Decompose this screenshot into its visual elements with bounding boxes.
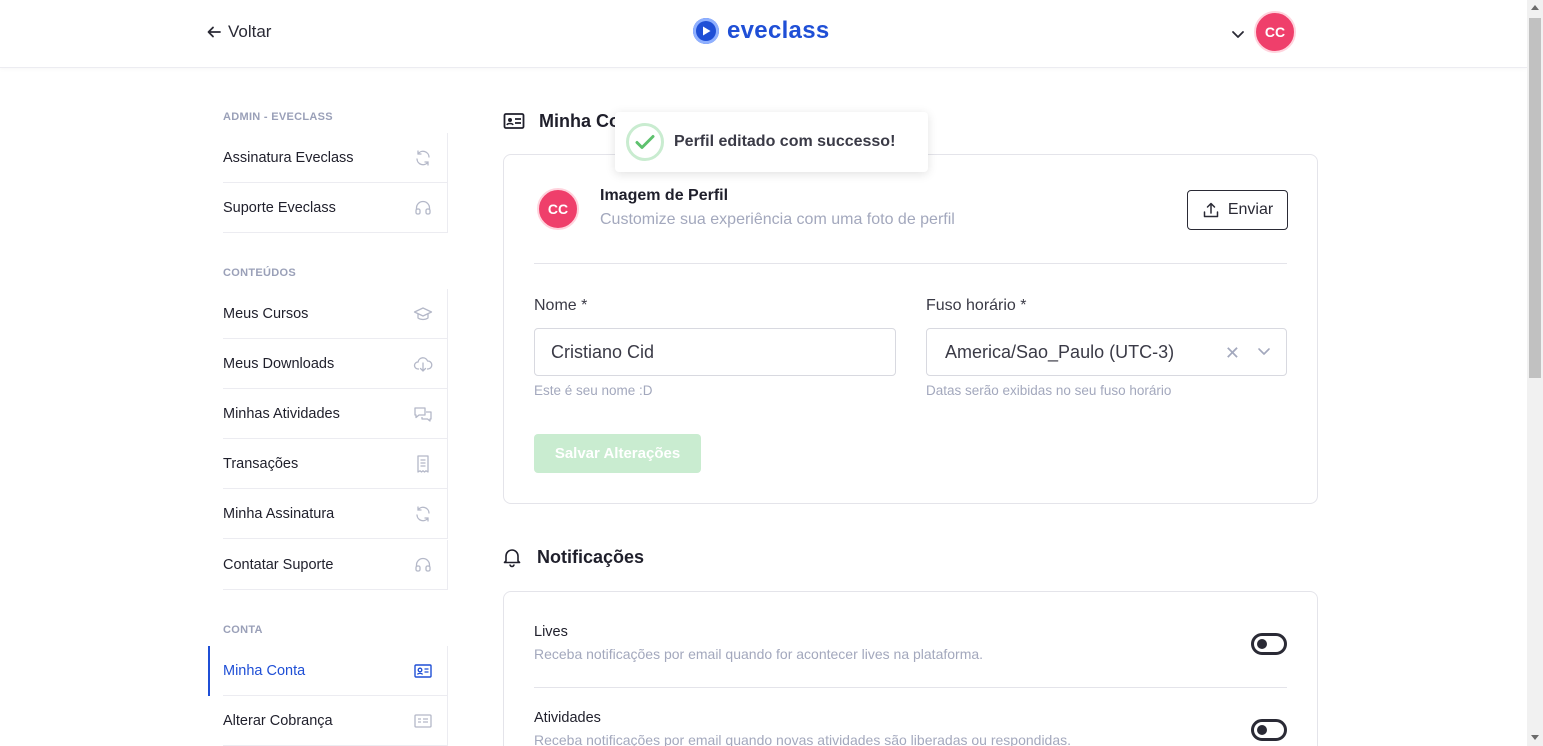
notification-row-lives: Lives Receba notificações por email quan… [534, 624, 1287, 662]
name-value: Cristiano Cid [551, 341, 655, 362]
cloud-download-icon [413, 356, 433, 372]
sidebar-item-minha-assinatura[interactable]: Minha Assinatura [223, 489, 448, 539]
scroll-up-arrow-icon[interactable] [1531, 5, 1539, 10]
logo-text: eveclass [727, 17, 830, 44]
scroll-down-arrow-icon[interactable] [1531, 735, 1539, 740]
sidebar-item-label: Assinatura Eveclass [223, 149, 354, 166]
notification-title: Atividades [534, 710, 601, 726]
profile-image-title: Imagem de Perfil [600, 187, 729, 204]
notification-description: Receba notificações por email quando nov… [534, 732, 1072, 746]
notification-row-atividades: Atividades Receba notificações por email… [534, 710, 1287, 746]
refresh-icon [416, 505, 430, 522]
refresh-icon [416, 149, 430, 166]
sidebar-item-minha-conta[interactable]: Minha Conta [223, 646, 448, 696]
chevron-down-icon[interactable] [1230, 26, 1246, 42]
sidebar-item-label: Meus Downloads [223, 355, 335, 372]
name-field[interactable]: Cristiano Cid [534, 328, 896, 376]
sidebar-item-assinatura-eveclass[interactable]: Assinatura Eveclass [223, 133, 448, 183]
graduation-cap-icon [413, 306, 433, 320]
sidebar-item-meus-cursos[interactable]: Meus Cursos [223, 289, 448, 339]
upload-label: Enviar [1227, 201, 1274, 218]
sidebar-item-contatar-suporte[interactable]: Contatar Suporte [223, 540, 448, 590]
profile-image-subtitle: Customize sua experiência com uma foto d… [600, 211, 955, 228]
id-card-icon [503, 113, 525, 129]
back-button[interactable]: Voltar [206, 22, 271, 42]
arrow-left-icon [207, 26, 221, 38]
notifications-card: Lives Receba notificações por email quan… [503, 591, 1318, 746]
billing-card-icon [414, 713, 432, 728]
sidebar-item-alterar-cobranca[interactable]: Alterar Cobrança [223, 696, 448, 746]
sidebar-item-transacoes[interactable]: Transações [223, 439, 448, 489]
notifications-section-header: Notificações [501, 546, 644, 568]
sidebar-item-minhas-atividades[interactable]: Minhas Atividades [223, 389, 448, 439]
active-indicator [208, 646, 210, 696]
timezone-select[interactable]: America/Sao_Paulo (UTC-3) ✕ [926, 328, 1287, 376]
sidebar-section-title: CONTA [223, 624, 263, 636]
toast-message: Perfil editado com successo! [674, 133, 896, 150]
check-circle-icon [626, 123, 664, 161]
clear-icon[interactable]: ✕ [1225, 343, 1240, 364]
name-label: Nome * [534, 297, 588, 314]
sidebar-section-title: ADMIN - EVECLASS [223, 111, 333, 123]
save-button[interactable]: Salvar Alterações [534, 434, 701, 473]
play-icon [693, 18, 719, 44]
notification-title: Lives [534, 624, 568, 640]
atividades-toggle[interactable] [1251, 719, 1287, 741]
sidebar-item-meus-downloads[interactable]: Meus Downloads [223, 339, 448, 389]
sidebar-item-suporte-eveclass[interactable]: Suporte Eveclass [223, 183, 448, 233]
sidebar-item-label: Minha Assinatura [223, 505, 335, 522]
sidebar-item-label: Contatar Suporte [223, 556, 334, 573]
vertical-scrollbar[interactable] [1527, 0, 1543, 746]
eveclass-logo[interactable]: eveclass [693, 17, 830, 45]
notifications-title: Notificações [537, 546, 645, 567]
top-header: Voltar eveclass CC [0, 0, 1527, 68]
receipt-icon [417, 454, 429, 473]
sidebar-item-label: Minha Conta [223, 662, 306, 679]
headset-icon [415, 200, 431, 215]
upload-button[interactable]: Enviar [1187, 190, 1288, 230]
back-label: Voltar [228, 22, 272, 41]
divider [534, 263, 1287, 264]
user-avatar[interactable]: CC [1254, 11, 1296, 53]
bell-icon [503, 549, 521, 568]
success-toast[interactable]: Perfil editado com successo! [615, 112, 928, 172]
name-help: Este é seu nome :D [534, 383, 653, 398]
sidebar-item-label: Suporte Eveclass [223, 199, 336, 216]
scrollbar-thumb[interactable] [1529, 18, 1541, 378]
headset-icon [415, 557, 431, 572]
chat-bubbles-icon [414, 406, 432, 422]
timezone-help: Datas serão exibidas no seu fuso horário [926, 383, 1172, 398]
upload-icon [1203, 202, 1219, 218]
profile-card: CC Imagem de Perfil Customize sua experi… [503, 154, 1318, 504]
sidebar-item-label: Alterar Cobrança [223, 712, 333, 729]
id-card-icon [414, 663, 432, 678]
sidebar-item-label: Transações [223, 455, 299, 472]
sidebar-section-title: CONTEÚDOS [223, 267, 296, 279]
timezone-label: Fuso horário * [926, 297, 1027, 314]
chevron-down-icon[interactable] [1256, 343, 1272, 359]
lives-toggle[interactable] [1251, 633, 1287, 655]
timezone-value: America/Sao_Paulo (UTC-3) [945, 341, 1175, 362]
notification-description: Receba notificações por email quando for… [534, 646, 984, 662]
sidebar-item-label: Meus Cursos [223, 305, 309, 322]
divider [534, 687, 1287, 688]
sidebar-item-label: Minhas Atividades [223, 405, 340, 422]
avatar: CC [537, 188, 579, 230]
